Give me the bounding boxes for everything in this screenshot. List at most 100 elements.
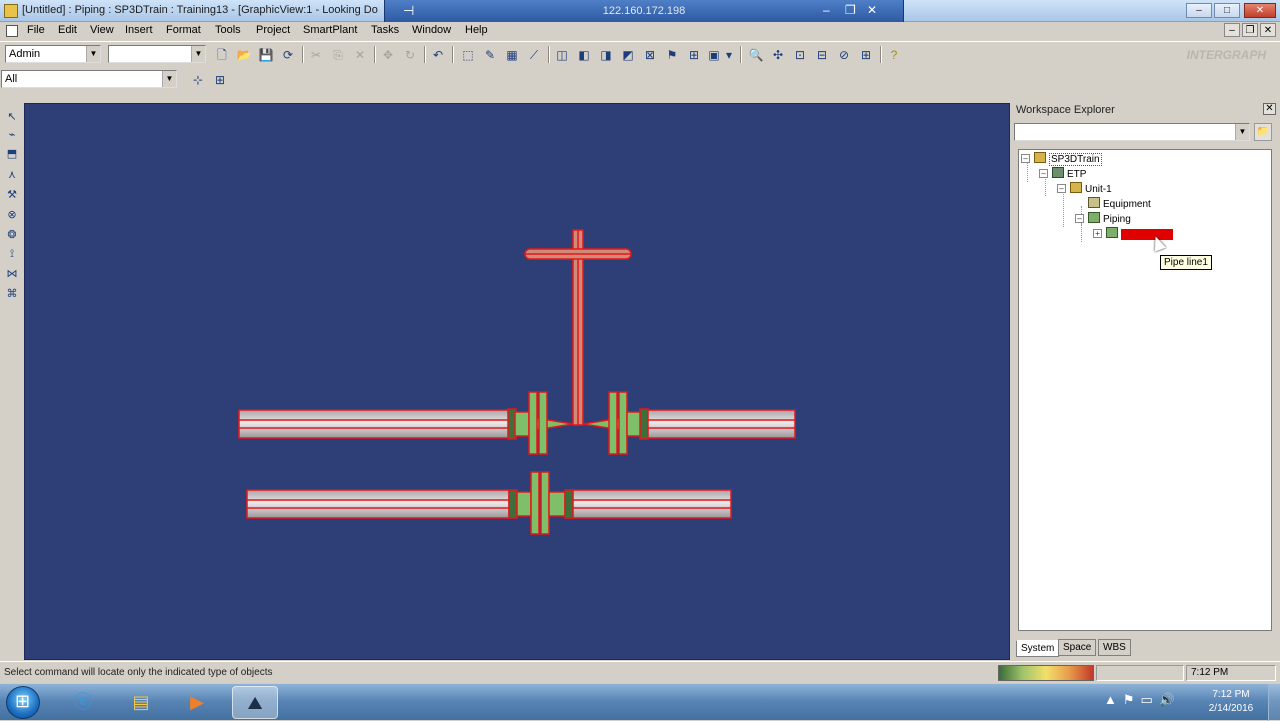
flange[interactable] [516, 491, 532, 517]
move-icon[interactable]: ✥ [378, 45, 398, 64]
delete-icon[interactable]: ✕ [350, 45, 370, 64]
tree-node-unit[interactable]: – Unit-1 [1057, 182, 1112, 195]
expand-icon[interactable]: + [1093, 229, 1102, 238]
measure-icon[interactable]: ⟋ [524, 45, 544, 64]
insert-component-icon[interactable]: ⬒ [3, 145, 21, 163]
mdi-close-icon[interactable]: ✕ [1260, 23, 1276, 37]
tree-node-equipment[interactable]: Equipment [1088, 197, 1151, 210]
collapse-icon[interactable]: – [1075, 214, 1084, 223]
cut-icon[interactable]: ✂ [306, 45, 326, 64]
tree-node-etp[interactable]: – ETP [1039, 167, 1086, 180]
properties-icon[interactable]: ▦ [502, 45, 522, 64]
chevron-down-icon[interactable]: ▼ [191, 46, 205, 62]
copy-icon[interactable]: ⎘ [328, 45, 348, 64]
menu-help[interactable]: Help [465, 24, 488, 36]
start-button[interactable] [6, 686, 40, 719]
document-icon[interactable] [6, 25, 18, 37]
view-front-icon[interactable]: ◧ [574, 45, 594, 64]
layout-icon[interactable]: ⊞ [684, 45, 704, 64]
clip-icon[interactable]: ⊠ [640, 45, 660, 64]
maximize-button[interactable]: □ [1214, 3, 1240, 18]
view-iso-icon[interactable]: ◫ [552, 45, 572, 64]
collapse-icon[interactable]: – [1039, 169, 1048, 178]
menu-format[interactable]: Format [166, 24, 201, 36]
media-player-icon[interactable]: ▶ [174, 686, 220, 719]
pipe-upper-right[interactable] [642, 409, 796, 439]
active-combo[interactable]: ▼ [108, 45, 206, 63]
workspace-tree[interactable]: – SP3DTrain – ETP – Unit-1 Equipment – Pipin… [1018, 149, 1272, 631]
undo-icon[interactable]: ↶ [428, 45, 448, 64]
menu-file[interactable]: File [27, 24, 45, 36]
close-button[interactable]: ✕ [1244, 3, 1276, 18]
chevron-down-icon[interactable]: ▾ [722, 45, 736, 64]
common-views-icon[interactable]: ⊞ [856, 45, 876, 64]
folder-filter-icon[interactable]: 📁 [1254, 123, 1272, 141]
flange[interactable] [548, 491, 566, 517]
permission-group-combo[interactable]: Admin ▼ [5, 45, 101, 63]
select-set-icon[interactable]: ⬚ [458, 45, 478, 64]
edit-icon[interactable]: ✎ [480, 45, 500, 64]
window-title-bar[interactable]: [Untitled] : Piping : SP3DTrain : Traini… [0, 0, 1280, 22]
chevron-down-icon[interactable]: ▼ [86, 46, 100, 62]
open-icon[interactable]: 📂 [234, 45, 254, 64]
chevron-down-icon[interactable]: ▼ [1235, 124, 1249, 140]
menu-tools[interactable]: Tools [215, 24, 241, 36]
internet-explorer-icon[interactable]: ⓔ [60, 686, 106, 719]
overlapping-fence-icon[interactable]: ⊞ [210, 70, 230, 89]
place-spool-icon[interactable]: ⊗ [3, 206, 21, 224]
menu-view[interactable]: View [90, 24, 114, 36]
locate-filter-combo[interactable]: All ▼ [1, 70, 177, 88]
help-icon[interactable]: ? [884, 45, 904, 64]
menu-edit[interactable]: Edit [58, 24, 77, 36]
zoom-area-icon[interactable]: ⊡ [790, 45, 810, 64]
render-icon[interactable]: ▣ [704, 45, 724, 64]
look-at-icon[interactable]: ⊘ [834, 45, 854, 64]
rdp-close-icon[interactable]: ✕ [867, 3, 877, 17]
view-side-icon[interactable]: ◩ [618, 45, 638, 64]
save-icon[interactable]: 💾 [256, 45, 276, 64]
view-top-icon[interactable]: ◨ [596, 45, 616, 64]
generate-drawing-icon[interactable]: ⌘ [3, 285, 21, 303]
place-weld-icon[interactable]: ⋈ [3, 265, 21, 283]
graphic-view[interactable] [24, 103, 1010, 660]
pipe-lower-left[interactable] [246, 489, 510, 519]
zoom-icon[interactable]: 🔍 [746, 45, 766, 64]
inside-fence-icon[interactable]: ⊹ [188, 70, 208, 89]
close-icon[interactable]: ✕ [1263, 103, 1276, 115]
insert-specialty-icon[interactable]: ❂ [3, 226, 21, 244]
place-support-icon[interactable]: ⟟ [3, 245, 21, 263]
select-arrow-icon[interactable]: ↖ [3, 108, 21, 126]
mdi-restore-icon[interactable]: ❐ [1242, 23, 1258, 37]
rdp-restore-icon[interactable]: ❐ [845, 3, 856, 17]
tree-node-piping[interactable]: – Piping [1075, 212, 1131, 225]
piping-model[interactable] [25, 104, 1011, 661]
pipe-upper-left[interactable] [238, 409, 516, 439]
collapse-icon[interactable]: – [1021, 154, 1030, 163]
refresh-icon[interactable]: ⟳ [278, 45, 298, 64]
smart3d-app-icon[interactable]: ⛰ [232, 686, 278, 719]
tab-system[interactable]: System [1016, 640, 1060, 657]
route-pipe-icon[interactable]: ⌁ [3, 126, 21, 144]
flag-icon[interactable]: ⚑ [662, 45, 682, 64]
pan-icon[interactable]: ✣ [768, 45, 788, 64]
taskbar-clock[interactable]: 7:12 PM 2/14/2016 [1196, 688, 1266, 716]
insert-tap-icon[interactable]: ⚒ [3, 186, 21, 204]
explorer-filter-combo[interactable]: ▼ [1014, 123, 1250, 141]
collapse-icon[interactable]: – [1057, 184, 1066, 193]
minimize-button[interactable]: – [1186, 3, 1212, 18]
menu-window[interactable]: Window [412, 24, 451, 36]
menu-insert[interactable]: Insert [125, 24, 153, 36]
tree-node-root[interactable]: – SP3DTrain [1021, 152, 1102, 166]
mdi-minimize-icon[interactable]: – [1224, 23, 1240, 37]
insert-split-icon[interactable]: ⋏ [3, 166, 21, 184]
fit-icon[interactable]: ⊟ [812, 45, 832, 64]
tab-space[interactable]: Space [1058, 639, 1097, 656]
chevron-down-icon[interactable]: ▼ [162, 71, 176, 87]
file-explorer-icon[interactable]: ▤ [118, 686, 164, 719]
flange[interactable] [626, 411, 642, 437]
system-tray[interactable]: ▲⚑▭🔊 [1104, 692, 1181, 708]
menu-project[interactable]: Project [256, 24, 290, 36]
remote-desktop-bar[interactable]: ⊣ 122.160.172.198 – ❐ ✕ [384, 0, 904, 22]
pipe-lower-right[interactable] [570, 489, 732, 519]
rotate-icon[interactable]: ↻ [400, 45, 420, 64]
